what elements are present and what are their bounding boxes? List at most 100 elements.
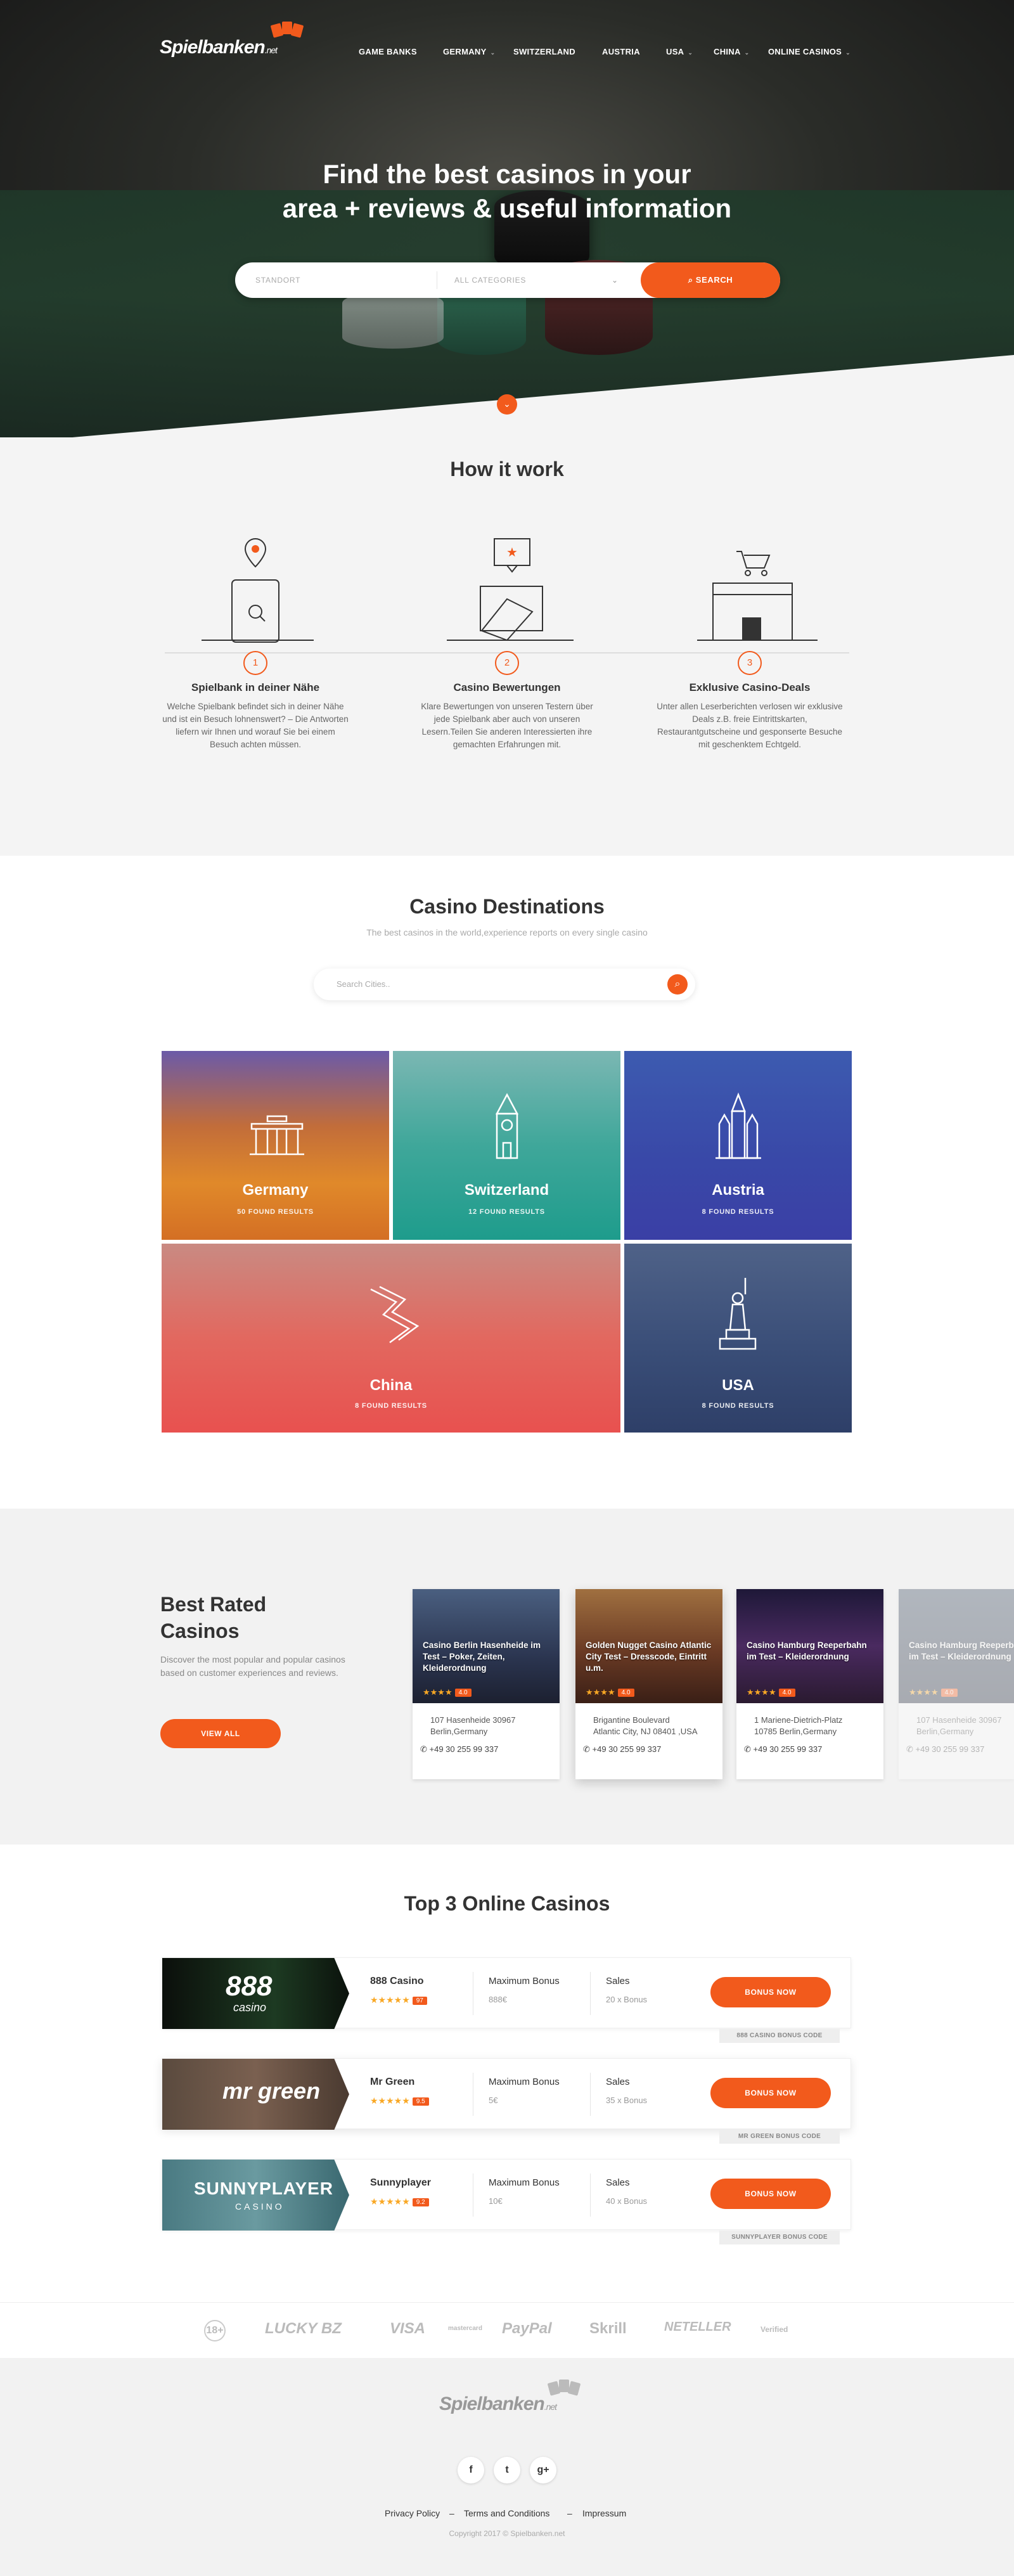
footer-logo-cards-icon xyxy=(546,2377,583,2400)
tile-name: Germany xyxy=(242,1182,309,1199)
facebook-icon[interactable]: f xyxy=(458,2457,484,2483)
best-text: Discover the most popular and popular ca… xyxy=(160,1654,345,1678)
step-number: 2 xyxy=(495,651,519,675)
nav-item-switzerland[interactable]: SWITZERLAND xyxy=(513,47,575,56)
city-search-bar: Search Cities.. ⌕ xyxy=(314,969,695,1000)
city-search-button[interactable]: ⌕ xyxy=(667,974,688,995)
hero-chip xyxy=(342,292,444,349)
casino-card-phone: ✆ +49 30 255 99 337 xyxy=(420,1744,499,1754)
casino-banner[interactable]: SUNNYPLAYER CASINO xyxy=(162,2160,349,2231)
sales-label: Sales xyxy=(606,1976,630,1987)
step-illustrations: ★ xyxy=(165,538,849,654)
casino-card[interactable]: Casino Hamburg Reeperbahn im Test – Klei… xyxy=(899,1589,1014,1779)
search-icon: ⌕ xyxy=(688,275,693,285)
bonus-value: 10€ xyxy=(489,2196,503,2206)
bonus-code-tag[interactable]: SUNNYPLAYER BONUS CODE xyxy=(719,2231,840,2244)
casino-name: Mr Green xyxy=(370,2077,415,2087)
hero-search-button[interactable]: ⌕ SEARCH xyxy=(641,262,780,298)
nav-item-usa[interactable]: USA ⌄ xyxy=(666,47,693,56)
casino-card[interactable]: Golden Nugget Casino Atlantic City Test … xyxy=(575,1589,722,1779)
scroll-down-button[interactable]: ⌄ xyxy=(497,394,517,415)
casino-banner[interactable]: 888 casino xyxy=(162,1958,349,2029)
step-number: 1 xyxy=(243,651,267,675)
mastercard-logo: mastercard xyxy=(448,2325,482,2332)
nav-item-germany[interactable]: GERMANY ⌄ xyxy=(443,47,495,56)
sales-value: 35 x Bonus xyxy=(606,2096,648,2105)
casino-card-phone: ✆ +49 30 255 99 337 xyxy=(744,1744,823,1754)
logo-cards-icon xyxy=(269,19,306,42)
logo-text: Spielbanken xyxy=(160,37,266,58)
bonus-now-button[interactable]: BONUS NOW xyxy=(710,1977,831,2007)
casino-banner[interactable]: mr green xyxy=(162,2059,349,2130)
phone-icon: ✆ xyxy=(906,1744,916,1754)
best-title: Best Rated Casinos xyxy=(160,1593,267,1642)
casino-card[interactable]: Casino Hamburg Reeperbahn im Test – Klei… xyxy=(736,1589,883,1779)
tile-count: 8 FOUND RESULTS xyxy=(355,1402,427,1410)
neteller-logo: NETELLER xyxy=(664,2320,731,2334)
destination-tile-switzerland[interactable]: Switzerland 12 FOUND RESULTS xyxy=(393,1051,620,1240)
casino-card-phone: ✆ +49 30 255 99 337 xyxy=(583,1744,662,1754)
tile-name: Switzerland xyxy=(464,1182,549,1199)
casino-card-address: Brigantine Boulevard Atlantic City, NJ 08… xyxy=(593,1715,698,1736)
best-rated-section: Best Rated Casinos Discover the most popu… xyxy=(0,1509,1014,1845)
location-input[interactable]: STANDORT xyxy=(255,262,458,298)
rating-stars: ★★★★★ 97 xyxy=(370,1995,427,2006)
site-logo[interactable]: Spielbanken.net xyxy=(160,37,278,58)
footer-link-impressum[interactable]: Impressum xyxy=(582,2508,626,2518)
destinations-subtitle: The best casinos in the world,experience… xyxy=(366,927,648,937)
destination-tile-germany[interactable]: Germany 50 FOUND RESULTS xyxy=(162,1051,389,1240)
casino-card-title: Golden Nugget Casino Atlantic City Test … xyxy=(586,1640,712,1673)
nav-item-austria[interactable]: AUSTRIA xyxy=(602,47,640,56)
bonus-code-tag[interactable]: 888 CASINO BONUS CODE xyxy=(719,2029,840,2043)
destinations-title: Casino Destinations xyxy=(409,895,605,918)
step-2: 2 Casino Bewertungen Klare Bewertungen v… xyxy=(412,651,602,751)
destination-tile-usa[interactable]: USA 8 FOUND RESULTS xyxy=(624,1244,852,1433)
casino-card-title: Casino Hamburg Reeperbahn im Test – Klei… xyxy=(909,1640,1014,1661)
banner-text: SUNNYPLAYER xyxy=(194,2179,334,2198)
destination-tile-china[interactable]: China 8 FOUND RESULTS xyxy=(162,1244,620,1433)
footer-link-separator: – xyxy=(567,2508,572,2518)
casino-card-title: Casino Hamburg Reeperbahn im Test – Klei… xyxy=(747,1640,867,1661)
rating-stars: ★★★★ 4.0 xyxy=(586,1687,634,1697)
bonus-now-button[interactable]: BONUS NOW xyxy=(710,2179,831,2209)
step-title: Casino Bewertungen xyxy=(453,681,561,693)
footer-link-privacy[interactable]: Privacy Policy xyxy=(385,2508,440,2518)
how-title: How it work xyxy=(450,458,564,480)
bonus-code-tag[interactable]: MR GREEN BONUS CODE xyxy=(719,2130,840,2144)
nav-item-china[interactable]: CHINA ⌄ xyxy=(714,47,750,56)
twitter-icon[interactable]: t xyxy=(494,2457,520,2483)
destination-tile-austria[interactable]: Austria 8 FOUND RESULTS xyxy=(624,1051,852,1240)
lucky-bz-logo: LUCKY BZ xyxy=(265,2320,342,2337)
great-wall-icon xyxy=(370,1285,420,1344)
chevron-down-icon: ⌄ xyxy=(503,399,511,409)
casino-card[interactable]: Casino Berlin Hasenheide im Test – Poker… xyxy=(413,1589,560,1779)
bonus-now-button[interactable]: BONUS NOW xyxy=(710,2078,831,2108)
divider xyxy=(590,2073,591,2116)
banner-text: 888 xyxy=(226,1971,273,2002)
paypal-logo: PayPal xyxy=(502,2320,552,2337)
sales-value: 40 x Bonus xyxy=(606,2196,648,2206)
divider xyxy=(590,1972,591,2015)
casino-card-title: Casino Berlin Hasenheide im Test – Poker… xyxy=(423,1640,541,1673)
skrill-logo: Skrill xyxy=(589,2320,627,2337)
footer: Spielbanken.net f t g+ xyxy=(0,2358,1014,2576)
city-search-input[interactable]: Search Cities.. xyxy=(337,969,641,1000)
online-casino-row: mr green Mr Green ★★★★★ 9.5 Maximum Bonus… xyxy=(162,2058,851,2130)
google-plus-icon[interactable]: g+ xyxy=(530,2457,556,2483)
nav-item-game-banks[interactable]: GAME BANKS xyxy=(359,47,417,56)
banner-text: mr green xyxy=(222,2078,321,2104)
bonus-value: 888€ xyxy=(489,1995,507,2004)
visa-logo: VISA xyxy=(390,2320,426,2337)
bonus-label: Maximum Bonus xyxy=(489,2177,560,2188)
footer-link-terms[interactable]: Terms and Conditions xyxy=(464,2508,549,2518)
footer-logo[interactable]: Spielbanken.net xyxy=(439,2393,557,2415)
nav-item-online-casinos[interactable]: ONLINE CASINOS ⌄ xyxy=(768,47,850,56)
casino-card-address: 107 Hasenheide 30967 Berlin,Germany xyxy=(430,1715,516,1736)
category-select[interactable]: ALL CATEGORIES ⌄ xyxy=(454,262,619,298)
logo-suffix: .net xyxy=(264,45,278,55)
casino-card-address: 107 Hasenheide 30967 Berlin,Germany xyxy=(916,1715,1002,1736)
hero-title-line1: Find the best casinos in your xyxy=(323,159,691,189)
sales-value: 20 x Bonus xyxy=(606,1995,648,2004)
view-all-button[interactable]: VIEW ALL xyxy=(160,1719,281,1748)
clock-tower-icon xyxy=(495,1093,519,1159)
